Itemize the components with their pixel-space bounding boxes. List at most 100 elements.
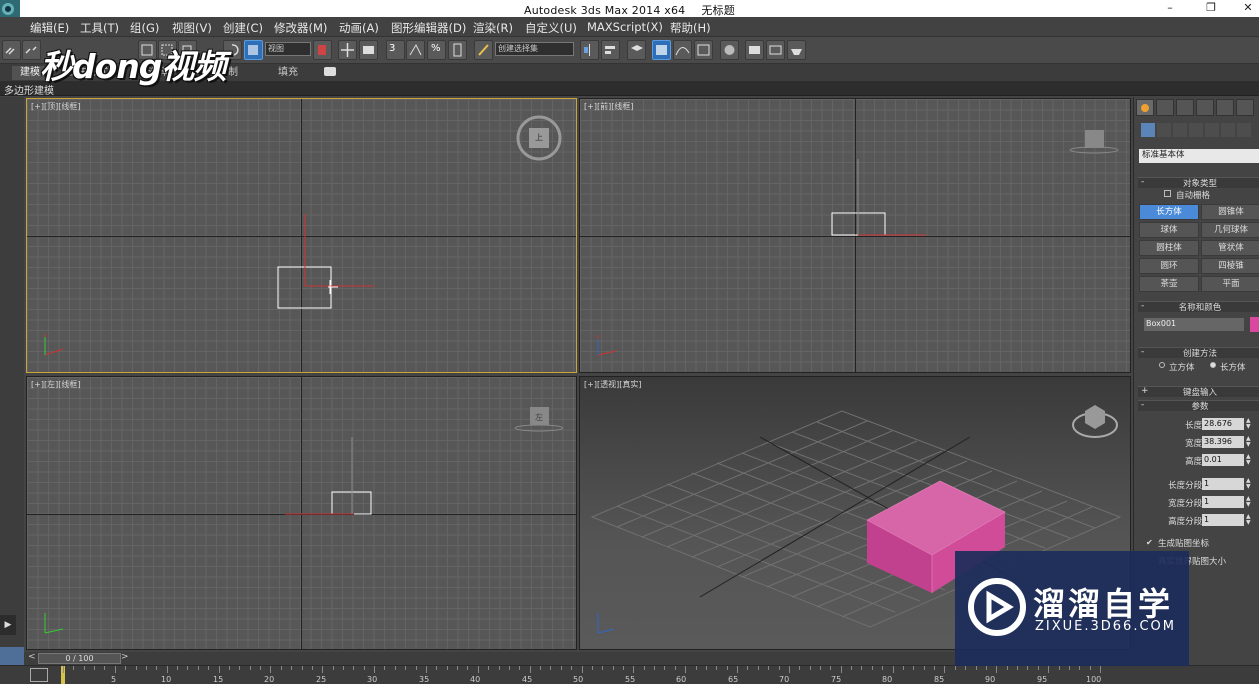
- maximize-button[interactable]: ❐: [1193, 0, 1229, 17]
- spinner-value[interactable]: 28.676: [1202, 418, 1244, 430]
- object-color-swatch[interactable]: [1250, 317, 1259, 332]
- unlink-icon[interactable]: [22, 40, 41, 60]
- close-button[interactable]: ✕: [1230, 0, 1259, 17]
- reference-coord-dropdown[interactable]: 视图: [265, 42, 311, 56]
- render-production-icon[interactable]: [787, 40, 806, 60]
- align-icon[interactable]: [601, 40, 620, 60]
- rotate-icon[interactable]: [223, 40, 242, 60]
- edit-named-selection-icon[interactable]: [474, 40, 493, 60]
- keyboard-entry-rollout[interactable]: + 键盘输入: [1138, 386, 1259, 398]
- gen-map-checkbox[interactable]: ✔: [1146, 538, 1153, 547]
- spinner-value[interactable]: 1: [1202, 478, 1244, 490]
- percent-snap-icon[interactable]: %: [427, 40, 446, 60]
- space-warps-icon[interactable]: [1221, 123, 1235, 137]
- curve-editor-icon[interactable]: [673, 40, 692, 60]
- viewcube-ring[interactable]: [514, 424, 564, 432]
- menu-rendering[interactable]: 渲染(R): [473, 20, 513, 36]
- viewcube-persp-icon[interactable]: [1085, 405, 1105, 429]
- spinner-arrows-icon[interactable]: ▲ ▼: [1246, 454, 1253, 466]
- spinner-value[interactable]: 38.396: [1202, 436, 1244, 448]
- render-setup-icon[interactable]: [745, 40, 764, 60]
- spinner-value[interactable]: 0.01: [1202, 454, 1244, 466]
- spinner-snap-icon[interactable]: [448, 40, 467, 60]
- time-slider-thumb[interactable]: 0 / 100: [38, 653, 121, 664]
- keyboard-shortcut-icon[interactable]: [359, 40, 378, 60]
- teapot-button[interactable]: 茶壶: [1139, 276, 1199, 292]
- geometry-icon[interactable]: [1141, 123, 1155, 137]
- menu-animation[interactable]: 动画(A): [339, 20, 379, 36]
- menu-modifiers[interactable]: 修改器(M): [274, 20, 327, 36]
- select-move-icon[interactable]: [244, 40, 263, 60]
- box-button[interactable]: 长方体: [1139, 204, 1199, 220]
- schematic-view-icon[interactable]: [694, 40, 713, 60]
- pivot-icon[interactable]: [313, 40, 332, 60]
- plane-button[interactable]: 平面: [1201, 276, 1259, 292]
- geosphere-button[interactable]: 几何球体: [1201, 222, 1259, 238]
- menu-help[interactable]: 帮助(H): [670, 20, 711, 36]
- shapes-icon[interactable]: [1157, 123, 1171, 137]
- time-next-icon[interactable]: >: [121, 652, 129, 662]
- mirror-icon[interactable]: [580, 40, 599, 60]
- lights-icon[interactable]: [1173, 123, 1187, 137]
- spinner-arrows-icon[interactable]: ▲ ▼: [1246, 496, 1253, 508]
- minimize-button[interactable]: –: [1152, 0, 1188, 17]
- object-type-rollout[interactable]: - 对象类型: [1138, 177, 1259, 189]
- track-bar[interactable]: 5 10 15 20 25 30 35 40 45 50 55 60 65 70…: [0, 665, 1259, 684]
- spinner-arrows-icon[interactable]: ▲ ▼: [1246, 514, 1253, 526]
- menu-edit[interactable]: 编辑(E): [30, 20, 69, 36]
- menu-customize[interactable]: 自定义(U): [525, 20, 577, 36]
- spinner-value[interactable]: 1: [1202, 496, 1244, 508]
- creation-method-rollout[interactable]: - 创建方法: [1138, 347, 1259, 359]
- viewport-left[interactable]: [+][左][线框] 左: [26, 376, 577, 650]
- spinner-value[interactable]: 1: [1202, 514, 1244, 526]
- move-icon[interactable]: [338, 40, 357, 60]
- menu-create[interactable]: 创建(C): [223, 20, 263, 36]
- torus-button[interactable]: 圆环: [1139, 258, 1199, 274]
- named-selection-dropdown[interactable]: 创建选择集: [495, 42, 574, 56]
- graphite-toggle-icon[interactable]: [652, 40, 671, 60]
- tab-populate[interactable]: 填充: [270, 66, 306, 80]
- viewport-front[interactable]: [+][前][线框]: [579, 98, 1131, 373]
- ribbon-options-icon[interactable]: [324, 67, 336, 76]
- viewcube-front-icon[interactable]: [1085, 130, 1104, 148]
- menu-maxscript[interactable]: MAXScript(X): [587, 20, 663, 34]
- time-prev-icon[interactable]: <: [28, 652, 36, 662]
- object-name-field[interactable]: Box001: [1144, 318, 1244, 331]
- cone-button[interactable]: 圆锥体: [1201, 204, 1259, 220]
- hierarchy-tab-icon[interactable]: [1176, 99, 1194, 116]
- material-editor-icon[interactable]: [720, 40, 739, 60]
- layer-manager-icon[interactable]: [627, 40, 646, 60]
- spinner-arrows-icon[interactable]: ▲ ▼: [1246, 436, 1253, 448]
- viewport-top[interactable]: [+][顶][线框] 上: [26, 98, 577, 373]
- snap-3d-icon[interactable]: 3: [386, 40, 405, 60]
- spinner-arrows-icon[interactable]: ▲ ▼: [1246, 478, 1253, 490]
- play-expand-icon[interactable]: ▶: [0, 615, 16, 635]
- motion-tab-icon[interactable]: [1196, 99, 1214, 116]
- create-tab-icon[interactable]: [1136, 99, 1154, 116]
- autogrid-checkbox[interactable]: [1164, 190, 1171, 197]
- track-bar-toggle-icon[interactable]: [30, 668, 48, 682]
- modify-tab-icon[interactable]: [1156, 99, 1174, 116]
- menu-views[interactable]: 视图(V): [172, 20, 212, 36]
- utilities-tab-icon[interactable]: [1236, 99, 1254, 116]
- helpers-icon[interactable]: [1205, 123, 1219, 137]
- spinner-arrows-icon[interactable]: ▲ ▼: [1246, 418, 1253, 430]
- cameras-icon[interactable]: [1189, 123, 1203, 137]
- tube-button[interactable]: 管状体: [1201, 240, 1259, 256]
- cube-radio[interactable]: [1159, 362, 1165, 368]
- menu-group[interactable]: 组(G): [130, 20, 159, 36]
- menu-tools[interactable]: 工具(T): [80, 20, 119, 36]
- systems-icon[interactable]: [1237, 123, 1251, 137]
- pyramid-button[interactable]: 四棱锥: [1201, 258, 1259, 274]
- category-dropdown[interactable]: 标准基本体: [1139, 149, 1259, 163]
- parameters-rollout[interactable]: - 参数: [1138, 400, 1259, 412]
- name-color-rollout[interactable]: - 名称和颜色: [1138, 301, 1259, 313]
- angle-snap-icon[interactable]: [406, 40, 425, 60]
- sphere-button[interactable]: 球体: [1139, 222, 1199, 238]
- cylinder-button[interactable]: 圆柱体: [1139, 240, 1199, 256]
- link-icon[interactable]: [2, 40, 21, 60]
- menu-graph-editors[interactable]: 图形编辑器(D): [391, 20, 466, 36]
- display-tab-icon[interactable]: [1216, 99, 1234, 116]
- box-radio[interactable]: [1210, 362, 1216, 368]
- rendered-frame-icon[interactable]: [766, 40, 785, 60]
